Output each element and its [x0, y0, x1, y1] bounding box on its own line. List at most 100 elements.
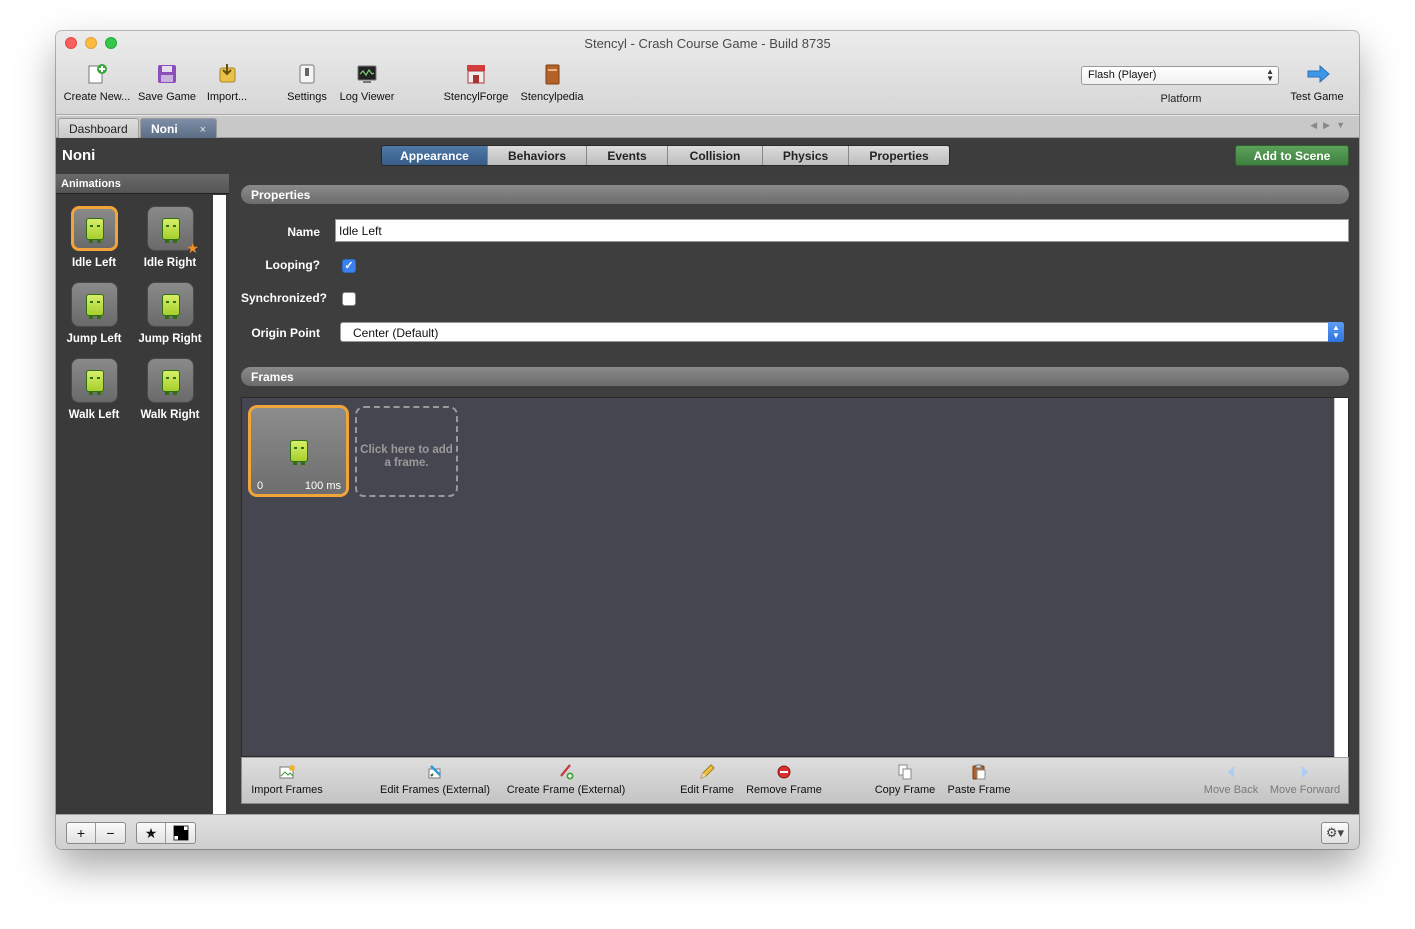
- stencylforge-button[interactable]: StencylForge: [440, 63, 512, 109]
- animation-thumbnail: [147, 358, 194, 403]
- animation-label: Jump Right: [138, 333, 202, 345]
- arrow-left-icon: [1223, 764, 1239, 780]
- save-game-button[interactable]: Save Game: [137, 63, 197, 109]
- remove-circle-icon: [776, 764, 792, 780]
- animation-thumbnail: [71, 358, 118, 403]
- tab-dashboard[interactable]: Dashboard: [58, 118, 139, 138]
- animation-item[interactable]: ★ Idle Right: [134, 200, 206, 270]
- test-game-button[interactable]: Test Game: [1282, 63, 1352, 109]
- log-monitor-icon: [356, 63, 378, 85]
- origin-point-select[interactable]: Center (Default) ▲ ▼: [340, 322, 1344, 342]
- stencylpedia-label: Stencylpedia: [520, 91, 584, 103]
- synchronized-checkbox[interactable]: [342, 292, 356, 306]
- animation-thumbnail: [147, 282, 194, 327]
- frame-duration: 100 ms: [304, 480, 341, 492]
- animation-name-input[interactable]: [335, 219, 1349, 242]
- title-bar: Stencyl - Crash Course Game - Build 8735: [56, 31, 1359, 55]
- animation-thumbnail: [71, 206, 118, 251]
- import-icon: [216, 63, 238, 85]
- sprite-icon: [289, 440, 308, 465]
- properties-panel: Properties Name Looping? ✓ Synchronized?…: [241, 174, 1351, 814]
- remove-frame-button[interactable]: Remove Frame: [744, 764, 824, 802]
- animation-item[interactable]: Jump Right: [134, 276, 206, 346]
- looping-checkbox[interactable]: ✓: [342, 259, 356, 273]
- tab-behaviors[interactable]: Behaviors: [488, 146, 587, 165]
- frame-item[interactable]: 0 100 ms: [248, 405, 349, 497]
- select-arrows-icon: ▲ ▼: [1266, 67, 1274, 83]
- origin-point-value: Center (Default): [353, 326, 439, 340]
- set-default-star-button[interactable]: ★: [137, 823, 166, 843]
- import-label: Import...: [206, 91, 248, 103]
- animations-header: Animations: [56, 174, 229, 194]
- animation-item[interactable]: Walk Left: [58, 352, 130, 422]
- move-back-button[interactable]: Move Back: [1201, 764, 1261, 802]
- tab-next-icon[interactable]: ▶: [1323, 120, 1336, 130]
- frames-section-header: Frames: [241, 367, 1349, 386]
- gear-menu-button[interactable]: ⚙▾: [1321, 822, 1349, 844]
- tab-appearance[interactable]: Appearance: [382, 146, 488, 165]
- add-to-scene-button[interactable]: Add to Scene: [1235, 145, 1349, 166]
- animation-item[interactable]: Jump Left: [58, 276, 130, 346]
- import-button[interactable]: Import...: [202, 63, 252, 109]
- frames-scrollbar[interactable]: [1334, 398, 1348, 757]
- background-toggle-button[interactable]: [166, 823, 195, 843]
- edit-frames-external-label: Edit Frames (External): [379, 784, 491, 796]
- animation-item[interactable]: Walk Right: [134, 352, 206, 422]
- edit-frame-label: Edit Frame: [680, 784, 734, 796]
- copy-frame-button[interactable]: Copy Frame: [872, 764, 938, 802]
- create-frame-external-button[interactable]: Create Frame (External): [503, 764, 629, 802]
- copy-icon: [897, 764, 913, 780]
- sprite-icon: [85, 369, 104, 395]
- stencylforge-label: StencylForge: [443, 91, 509, 103]
- document-tabs: Dashboard Noni × ◀▶▼: [56, 116, 1359, 138]
- animation-label: Walk Right: [140, 409, 200, 421]
- window-title: Stencyl - Crash Course Game - Build 8735: [584, 36, 831, 51]
- animation-thumbnail: [71, 282, 118, 327]
- animation-label: Walk Left: [68, 409, 120, 421]
- add-frame-placeholder[interactable]: Click here to add a frame.: [355, 406, 458, 497]
- tab-prev-icon[interactable]: ◀: [1310, 120, 1323, 130]
- sprite-icon: [85, 217, 104, 243]
- create-frame-external-label: Create Frame (External): [506, 784, 626, 796]
- animation-label: Idle Right: [143, 257, 197, 269]
- import-image-icon: [279, 764, 295, 780]
- log-viewer-label: Log Viewer: [339, 91, 395, 103]
- paste-frame-button[interactable]: Paste Frame: [945, 764, 1013, 802]
- actor-name: Noni: [62, 147, 96, 164]
- tab-collision[interactable]: Collision: [668, 146, 763, 165]
- settings-button[interactable]: Settings: [284, 63, 330, 109]
- edit-frame-button[interactable]: Edit Frame: [678, 764, 736, 802]
- remove-animation-button[interactable]: −: [96, 823, 125, 843]
- looping-label: Looping?: [265, 258, 320, 272]
- settings-label: Settings: [287, 91, 327, 103]
- pencil-icon: [699, 764, 715, 780]
- tab-physics[interactable]: Physics: [763, 146, 849, 165]
- create-new-button[interactable]: Create New...: [62, 63, 132, 109]
- animation-item[interactable]: Idle Left: [58, 200, 130, 270]
- store-icon: [465, 63, 487, 85]
- sprite-icon: [161, 293, 180, 319]
- paint-brush-icon: [427, 764, 443, 780]
- add-animation-button[interactable]: +: [67, 823, 96, 843]
- move-forward-button[interactable]: Move Forward: [1267, 764, 1343, 802]
- stencylpedia-button[interactable]: Stencylpedia: [516, 63, 588, 109]
- synchronized-label: Synchronized?: [241, 291, 328, 305]
- clipboard-icon: [971, 764, 987, 780]
- edit-frames-external-button[interactable]: Edit Frames (External): [376, 764, 494, 802]
- sidebar-scrollbar[interactable]: [213, 195, 226, 814]
- tab-properties[interactable]: Properties: [849, 146, 949, 165]
- brush-plus-icon: [558, 764, 574, 780]
- close-tab-icon[interactable]: ×: [200, 124, 206, 136]
- add-remove-group: + −: [66, 822, 126, 844]
- remove-frame-label: Remove Frame: [746, 784, 822, 796]
- platform-select[interactable]: Flash (Player) ▲ ▼: [1081, 66, 1279, 85]
- settings-switch-icon: [296, 63, 318, 85]
- floppy-disk-icon: [156, 63, 178, 85]
- tab-noni[interactable]: Noni ×: [140, 118, 218, 138]
- log-viewer-button[interactable]: Log Viewer: [336, 63, 398, 109]
- animation-label: Idle Left: [71, 257, 117, 269]
- tab-events[interactable]: Events: [587, 146, 668, 165]
- tab-list-icon[interactable]: ▼: [1336, 120, 1351, 130]
- animation-thumbnail: ★: [147, 206, 199, 256]
- import-frames-button[interactable]: Import Frames: [248, 764, 326, 802]
